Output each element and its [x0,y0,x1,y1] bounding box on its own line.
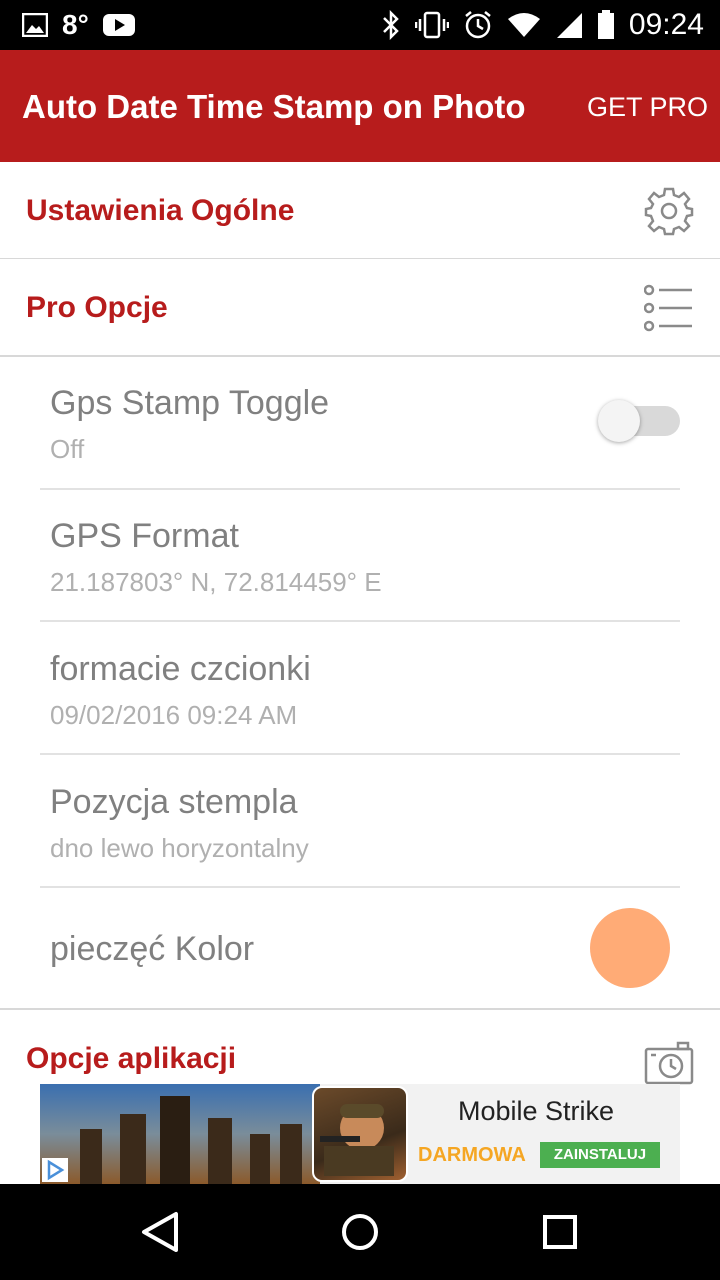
get-pro-button[interactable]: GET PRO [587,92,708,123]
pref-summary: 09/02/2016 09:24 AM [50,700,298,730]
pref-title: Gps Stamp Toggle [50,384,330,422]
section-title: Opcje aplikacji [26,1042,237,1075]
app-bar: Auto Date Time Stamp on Photo GET PRO [0,50,720,162]
pref-font-format[interactable]: formacie czcionki 09/02/2016 09:24 AM [40,622,680,755]
back-icon[interactable] [136,1208,184,1256]
pref-title: formacie czcionki [50,650,311,688]
recents-icon[interactable] [536,1208,584,1256]
gear-icon [644,187,694,236]
pref-summary: Off [50,434,85,464]
alarm-icon [465,11,491,39]
section-general-settings[interactable]: Ustawienia Ogólne [0,162,720,260]
pref-stamp-position[interactable]: Pozycja stempla dno lewo horyzontalny [40,755,680,888]
ad-app-icon[interactable] [312,1086,408,1182]
pref-title: GPS Format [50,517,239,555]
pref-title: pieczęć Kolor [50,930,255,968]
section-pro-options[interactable]: Pro Opcje [0,259,720,357]
ad-banner[interactable]: Mobile Strike DARMOWA ZAINSTALUJ [40,1084,680,1184]
pref-gps-stamp-toggle[interactable]: Gps Stamp Toggle Off [40,356,680,490]
ad-title: Mobile Strike [458,1096,615,1126]
pref-gps-format[interactable]: GPS Format 21.187803° N, 72.814459° E [40,489,680,622]
pref-summary: 21.187803° N, 72.814459° E [50,567,382,597]
gps-toggle-thumb[interactable] [598,400,640,442]
pref-summary: dno lewo horyzontalny [50,833,309,863]
image-icon [22,13,48,37]
bluetooth-icon [383,10,399,40]
status-bar: 8° 09:24 [0,0,720,50]
ad-game-artwork[interactable] [40,1084,320,1184]
clock: 09:24 [628,8,704,41]
ad-free-label: DARMOWA [418,1144,526,1166]
ad-choices-icon[interactable] [42,1158,68,1182]
app-title: Auto Date Time Stamp on Photo [22,88,526,125]
section-title: Ustawienia Ogólne [26,194,295,227]
ad-install-button[interactable]: ZAINSTALUJ [540,1142,660,1168]
signal-icon [556,13,582,38]
pref-stamp-color[interactable]: pieczęć Kolor [40,888,680,1008]
wifi-icon [507,13,540,37]
temperature: 8° [62,9,89,40]
pref-title: Pozycja stempla [50,783,298,821]
youtube-icon [102,14,135,36]
home-icon[interactable] [336,1208,384,1256]
battery-icon [597,10,614,39]
list-icon [644,284,692,332]
navigation-bar [0,1184,720,1280]
vibrate-icon [414,11,449,39]
camera-clock-icon [644,1041,694,1085]
section-title: Pro Opcje [26,291,168,324]
stamp-color-swatch[interactable] [590,908,670,988]
